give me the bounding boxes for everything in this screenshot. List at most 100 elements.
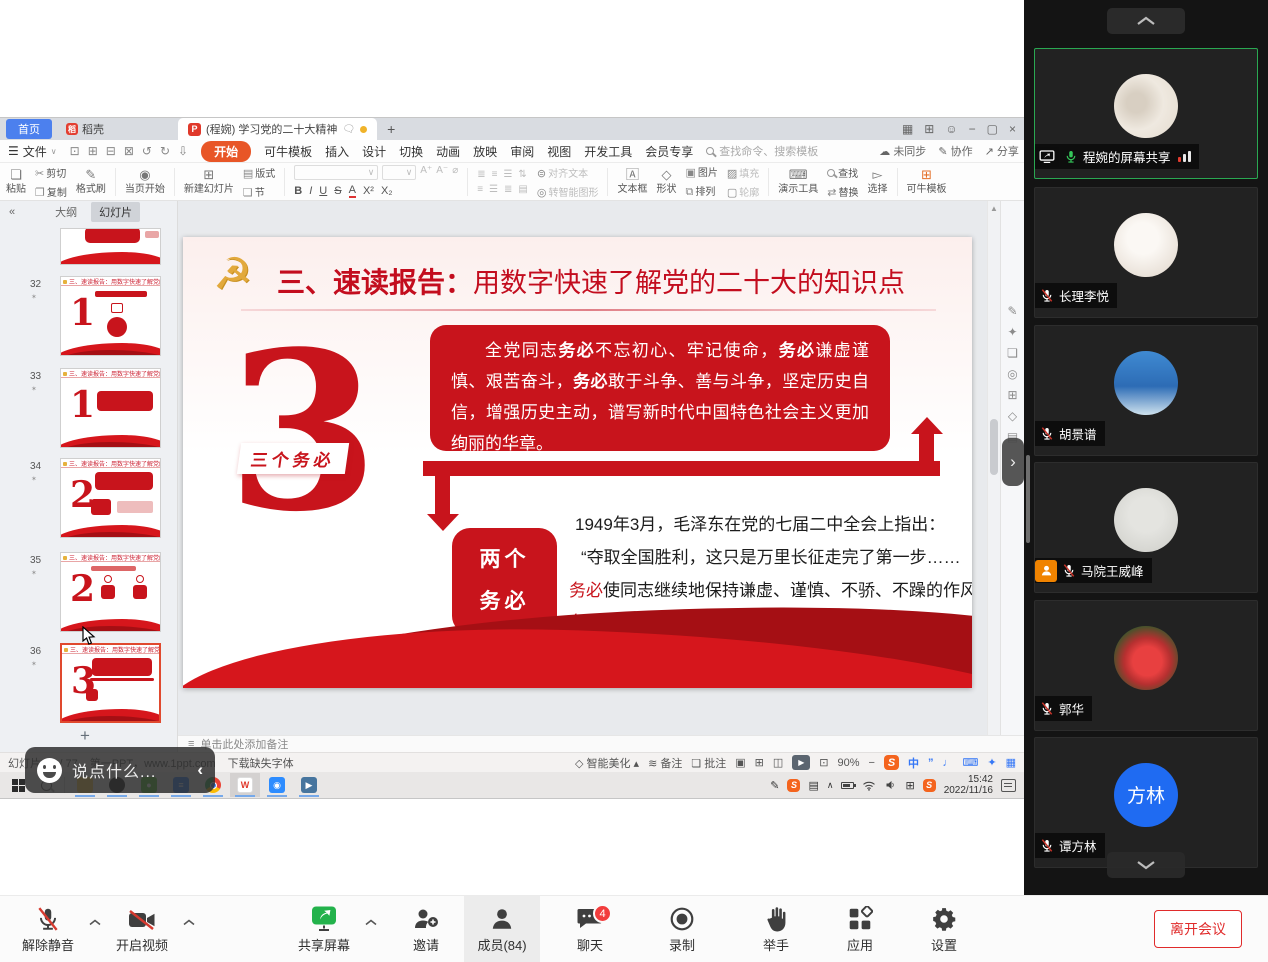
arrange-button[interactable]: ⧉排列	[685, 183, 715, 199]
menu-member[interactable]: 会员专享	[645, 143, 693, 160]
grid-view-icon[interactable]: ⊞	[924, 122, 934, 136]
scroll-up-icon[interactable]: ▲	[988, 201, 1000, 213]
paste-button[interactable]: ❏粘贴	[6, 168, 26, 195]
unmute-button[interactable]: 解除静音	[10, 896, 86, 962]
print-icon[interactable]: ⊟	[106, 144, 116, 158]
invite-button[interactable]: 邀请	[388, 896, 464, 962]
sorter-view-icon[interactable]: ⊞	[755, 756, 764, 769]
participant-tile[interactable]: 胡景谱	[1034, 325, 1258, 456]
tab-home[interactable]: 首页	[6, 119, 52, 139]
export-icon[interactable]: ⊞	[88, 144, 98, 158]
font-color-button[interactable]: A	[349, 184, 356, 198]
section-button[interactable]: ❏节	[243, 184, 265, 199]
sidebar-scrollbar[interactable]	[1026, 455, 1030, 543]
video-options-chevron[interactable]	[180, 919, 198, 926]
new-slide-button[interactable]: ⊞新建幻灯片	[184, 168, 234, 195]
restore-button[interactable]: ▢	[987, 122, 998, 136]
help-tool-icon[interactable]: ◎	[1001, 367, 1024, 381]
notes-bar[interactable]: ≡单击此处添加备注	[178, 735, 1024, 752]
superscript-button[interactable]: X²	[363, 185, 374, 197]
copy-tool-icon[interactable]: ❏	[1001, 346, 1024, 360]
justify-icon[interactable]: ▤	[518, 184, 527, 195]
emoji-icon[interactable]	[37, 758, 62, 783]
menu-review[interactable]: 审阅	[510, 143, 534, 160]
tab-document[interactable]: P (程婉) 学习党的二十大精神 🗨	[178, 118, 377, 140]
indent-icon[interactable]: ☰	[503, 169, 512, 180]
undo-icon[interactable]: ↺	[142, 144, 152, 158]
clear-format-icon[interactable]: ⌀	[452, 165, 458, 180]
outline-tab[interactable]: 大纲	[55, 204, 77, 220]
copy-button[interactable]: ❐复制	[35, 184, 67, 199]
sidebar-expand-handle[interactable]: ›	[1002, 438, 1024, 486]
ime-toolbox-icon[interactable]: ▦	[1006, 756, 1016, 769]
participant-tile[interactable]: 马院王威峰	[1034, 462, 1258, 593]
canvas-scrollbar[interactable]: ▲	[987, 201, 1000, 735]
wifi-icon[interactable]	[862, 780, 876, 791]
start-video-button[interactable]: 开启视频	[104, 896, 180, 962]
subscript-button[interactable]: X₂	[381, 185, 393, 197]
tab-docer[interactable]: 稻稻壳	[52, 118, 118, 140]
notification-center-icon[interactable]	[1001, 779, 1016, 792]
strike-button[interactable]: S	[334, 185, 341, 197]
ime-keyboard-icon[interactable]: ⌨	[962, 756, 978, 769]
quick-chat-bar[interactable]: 说点什么... ‹	[25, 747, 215, 793]
share-options-chevron[interactable]	[362, 919, 380, 926]
split-view-icon[interactable]: ▦	[902, 122, 913, 136]
save-icon[interactable]: ⊡	[70, 144, 80, 158]
fill-button[interactable]: ▨填充	[727, 165, 759, 180]
collapse-chat-icon[interactable]: ‹	[197, 760, 203, 780]
image-tool-icon[interactable]: ⊞	[1001, 388, 1024, 402]
slide-thumbnail-36-selected[interactable]: 三、速读报告：用数字快速了解党的二十大的知识点 3	[60, 643, 161, 723]
location-tool-icon[interactable]: ◇	[1001, 409, 1024, 423]
chat-input[interactable]: 说点什么...	[72, 758, 156, 782]
slides-tab[interactable]: 幻灯片	[91, 202, 140, 222]
minimize-button[interactable]: −	[969, 122, 976, 136]
menu-animation[interactable]: 动画	[436, 143, 460, 160]
align-left-icon[interactable]: ≡	[477, 184, 483, 195]
shape-button[interactable]: ◇形状	[656, 168, 676, 195]
sogou-tray-icon2[interactable]: S	[923, 779, 936, 792]
zoom-out-icon[interactable]: −	[869, 757, 875, 769]
more-icon[interactable]: ⇩	[178, 144, 188, 158]
share-screen-button[interactable]: 共享屏幕	[286, 896, 362, 962]
tray-expand-icon[interactable]: ∧	[827, 780, 834, 791]
normal-view-icon[interactable]: ▣	[735, 756, 745, 769]
pen-tray-icon[interactable]: ✎	[770, 779, 779, 792]
adjust-tool-icon[interactable]: ✦	[1001, 325, 1024, 339]
ime-tray-icon[interactable]: ⊞	[905, 779, 914, 792]
command-search[interactable]: 查找命令、搜索模板	[706, 143, 866, 159]
ime-mic-icon[interactable]: ♩	[942, 757, 953, 769]
ime-punct-icon[interactable]: ”	[928, 757, 934, 769]
play-from-page-button[interactable]: ◉当页开始	[125, 168, 165, 195]
participant-tile[interactable]: 郭华	[1034, 600, 1258, 731]
taskbar-meeting[interactable]: ◉	[262, 773, 292, 797]
menu-start-tab[interactable]: 开始	[201, 141, 251, 162]
fit-icon[interactable]: ⊡	[819, 756, 828, 769]
tablet-tray-icon[interactable]: ▤	[808, 779, 818, 792]
taskbar-wps[interactable]: W	[230, 773, 260, 797]
font-family-select[interactable]: ∨	[294, 165, 378, 180]
format-painter-button[interactable]: ✎格式刷	[76, 168, 106, 195]
outline-button[interactable]: ▢轮廓	[727, 184, 759, 199]
font-size-select[interactable]: ∨	[382, 165, 416, 180]
textbox-button[interactable]: 🄰文本框	[617, 168, 647, 195]
scroll-participants-up-button[interactable]	[1107, 8, 1185, 34]
missing-font-tip[interactable]: 下载缺失字体	[228, 755, 294, 771]
beautify-button[interactable]: ◇ 智能美化 ▴	[575, 755, 639, 771]
leave-meeting-button[interactable]: 离开会议	[1154, 910, 1242, 948]
raise-hand-button[interactable]: 举手	[738, 896, 814, 962]
close-button[interactable]: ×	[1009, 122, 1016, 136]
battery-icon[interactable]	[841, 782, 854, 789]
find-button[interactable]: 查找	[827, 165, 858, 180]
align-right-icon[interactable]: ≣	[504, 184, 512, 195]
bold-button[interactable]: B	[294, 185, 302, 197]
slide-thumbnail-partial[interactable]	[60, 228, 161, 265]
line-spacing-icon[interactable]: ⇅	[518, 169, 526, 180]
chat-button[interactable]: 聊天 4	[552, 896, 628, 962]
zoom-level[interactable]: 90%	[838, 757, 860, 769]
slide-thumbnail-33[interactable]: 三、速读报告：用数字快速了解党的二十大的知识点 1	[60, 368, 161, 448]
volume-icon[interactable]	[884, 779, 897, 791]
slide-thumbnail-34[interactable]: 三、速读报告：用数字快速了解党的二十大的知识点 2	[60, 458, 161, 538]
mic-options-chevron[interactable]	[86, 919, 104, 926]
style-tool-icon[interactable]: ✎	[1001, 304, 1024, 318]
